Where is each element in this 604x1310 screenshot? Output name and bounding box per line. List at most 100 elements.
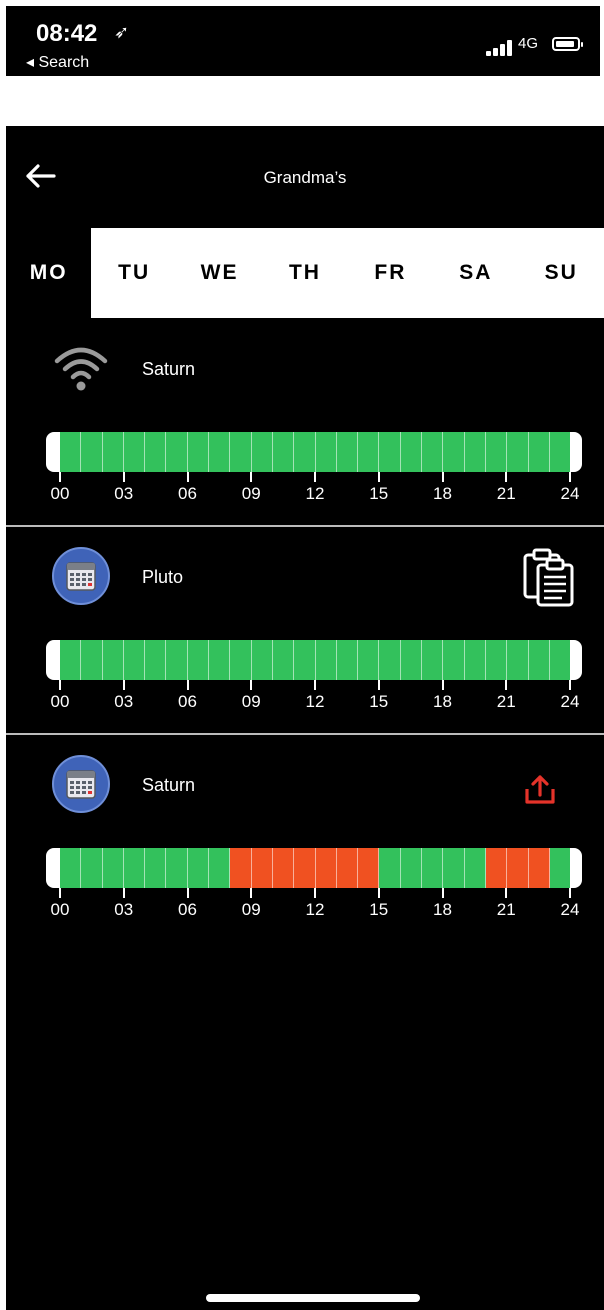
hour-tick-label: 21 (486, 680, 526, 712)
hour-slot-2[interactable] (102, 640, 124, 680)
hour-slot-23[interactable] (549, 640, 571, 680)
hour-slot-0[interactable] (60, 640, 82, 680)
hour-slot-5[interactable] (166, 640, 188, 680)
hour-slot-9[interactable] (251, 640, 273, 680)
hour-slot-1[interactable] (81, 432, 103, 472)
schedule-timeline[interactable] (46, 848, 582, 888)
hour-slot-3[interactable] (123, 432, 146, 472)
hour-slot-18[interactable] (443, 432, 465, 472)
hour-slot-2[interactable] (102, 432, 124, 472)
schedule-timeline[interactable] (46, 432, 582, 472)
device-name: Saturn (142, 359, 196, 379)
hour-slot-10[interactable] (272, 432, 295, 472)
hour-slot-5[interactable] (166, 432, 188, 472)
tab-sa[interactable]: SA (433, 228, 518, 318)
hour-slot-1[interactable] (81, 640, 103, 680)
hour-slot-7[interactable] (209, 432, 231, 472)
hour-slot-6[interactable] (187, 640, 210, 680)
network-type: 4G (518, 35, 539, 52)
device-row: Saturn 00 03 06 09 12 15 18 21 24 (6, 319, 604, 525)
hour-slot-11[interactable] (294, 432, 316, 472)
hour-slot-13[interactable] (336, 640, 359, 680)
hour-slot-11[interactable] (294, 848, 316, 888)
hour-tick-label: 09 (231, 888, 271, 920)
hour-slot-22[interactable] (528, 432, 550, 472)
hour-slot-19[interactable] (464, 432, 486, 472)
hour-slot-23[interactable] (549, 848, 571, 888)
hour-slot-7[interactable] (209, 848, 231, 888)
hour-slot-15[interactable] (379, 640, 401, 680)
tab-fr[interactable]: FR (348, 228, 433, 318)
hour-slot-19[interactable] (464, 640, 486, 680)
hour-slot-4[interactable] (145, 640, 167, 680)
hour-axis: 00 03 06 09 12 15 18 21 24 (46, 468, 582, 508)
hour-tick-label: 06 (168, 888, 208, 920)
share-upload-icon[interactable] (524, 773, 556, 810)
tab-su[interactable]: SU (519, 228, 604, 318)
hour-slot-9[interactable] (251, 848, 273, 888)
hour-slot-14[interactable] (358, 848, 380, 888)
status-time: 08:42 (36, 20, 98, 47)
hour-slot-23[interactable] (549, 432, 571, 472)
tab-th[interactable]: TH (262, 228, 347, 318)
schedule-timeline[interactable] (46, 640, 582, 680)
hour-slot-22[interactable] (528, 640, 550, 680)
hour-tick-label: 21 (486, 888, 526, 920)
home-indicator (206, 1294, 420, 1302)
hour-slot-7[interactable] (209, 640, 231, 680)
hour-slot-21[interactable] (507, 432, 529, 472)
hour-slot-4[interactable] (145, 848, 167, 888)
hour-slot-6[interactable] (187, 848, 210, 888)
hour-slot-21[interactable] (507, 640, 529, 680)
clipboard-icon[interactable] (522, 547, 576, 612)
hour-slot-11[interactable] (294, 640, 316, 680)
hour-slot-14[interactable] (358, 432, 380, 472)
hour-slot-15[interactable] (379, 432, 401, 472)
hour-slot-16[interactable] (400, 848, 423, 888)
hour-slot-20[interactable] (485, 848, 508, 888)
hour-slot-13[interactable] (336, 848, 359, 888)
hour-slot-18[interactable] (443, 848, 465, 888)
hour-slot-9[interactable] (251, 432, 273, 472)
hour-slot-2[interactable] (102, 848, 124, 888)
hour-slot-21[interactable] (507, 848, 529, 888)
hour-slot-5[interactable] (166, 848, 188, 888)
hour-slot-12[interactable] (315, 640, 337, 680)
hour-slot-15[interactable] (379, 848, 401, 888)
hour-slot-6[interactable] (187, 432, 210, 472)
hour-slot-8[interactable] (230, 640, 252, 680)
hour-slot-12[interactable] (315, 432, 337, 472)
hour-slot-16[interactable] (400, 432, 423, 472)
hour-slot-18[interactable] (443, 640, 465, 680)
hour-slot-8[interactable] (230, 432, 252, 472)
tab-tu[interactable]: TU (91, 228, 176, 318)
hour-slot-19[interactable] (464, 848, 486, 888)
hour-slot-14[interactable] (358, 640, 380, 680)
tab-we[interactable]: WE (177, 228, 262, 318)
hour-slot-3[interactable] (123, 848, 146, 888)
hour-slot-13[interactable] (336, 432, 359, 472)
hour-slot-17[interactable] (422, 640, 444, 680)
hour-tick-label: 15 (359, 680, 399, 712)
hour-slot-0[interactable] (60, 848, 82, 888)
hour-tick-label: 03 (104, 680, 144, 712)
hour-slot-20[interactable] (485, 640, 508, 680)
hour-slot-20[interactable] (485, 432, 508, 472)
hour-slot-12[interactable] (315, 848, 337, 888)
hour-slot-22[interactable] (528, 848, 550, 888)
hour-slot-3[interactable] (123, 640, 146, 680)
tab-mo[interactable]: MO (6, 228, 92, 318)
hour-slot-16[interactable] (400, 640, 423, 680)
calendar-icon (52, 755, 110, 813)
hour-slot-10[interactable] (272, 640, 295, 680)
hour-slot-17[interactable] (422, 848, 444, 888)
day-tabs: MO TU WE TH FR SA SU (6, 228, 604, 318)
hour-slot-8[interactable] (230, 848, 252, 888)
hour-tick-label: 09 (231, 472, 271, 504)
back-to-app-link[interactable]: ◂ Search (26, 52, 89, 72)
hour-slot-4[interactable] (145, 432, 167, 472)
hour-slot-0[interactable] (60, 432, 82, 472)
hour-slot-1[interactable] (81, 848, 103, 888)
hour-slot-10[interactable] (272, 848, 295, 888)
hour-slot-17[interactable] (422, 432, 444, 472)
